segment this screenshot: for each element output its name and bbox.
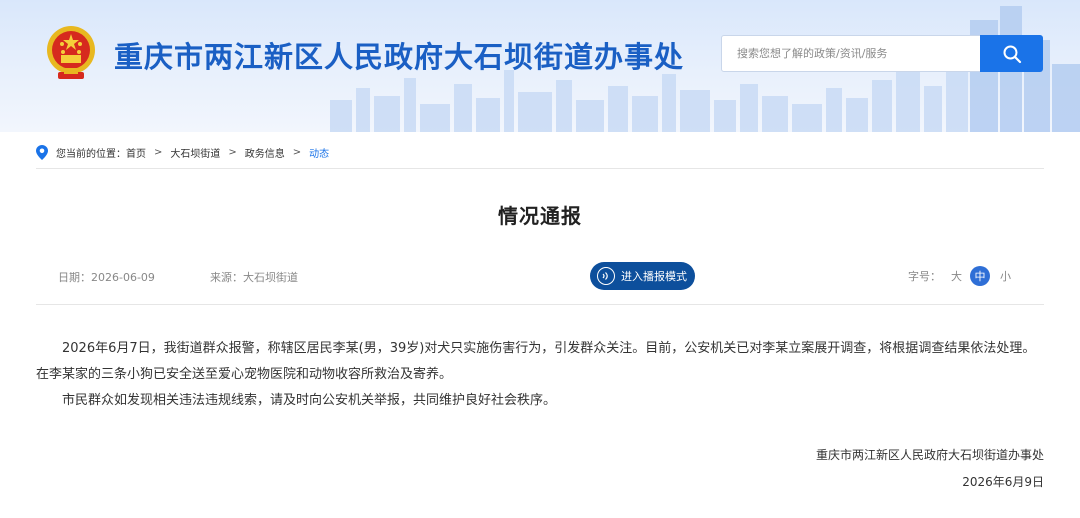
search-button[interactable]	[980, 35, 1043, 72]
search-input[interactable]	[722, 36, 982, 71]
breadcrumb-separator: >	[228, 146, 237, 158]
article-paragraph: 2026年6月7日，我街道群众报警，称辖区居民李某(男，39岁)对犬只实施伤害行…	[36, 341, 1036, 382]
font-size-small[interactable]: 小	[1000, 268, 1011, 284]
breadcrumb: 您当前的位置： 首页 > 大石坝街道 > 政务信息 > 动态	[36, 144, 329, 160]
national-emblem-icon	[44, 24, 98, 82]
breadcrumb-prefix: 您当前的位置：	[56, 148, 126, 160]
signature-org: 重庆市两江新区人民政府大石坝街道办事处	[815, 448, 1044, 462]
article-paragraph: 市民群众如发现相关违法违规线索，请及时向公安机关举报，共同维护良好社会秩序。	[62, 393, 557, 408]
breadcrumb-link-home[interactable]: 首页	[126, 145, 146, 160]
divider	[36, 304, 1044, 305]
breadcrumb-link-gov-info[interactable]: 政务信息	[245, 145, 285, 160]
signature-date: 2026年6月9日	[962, 475, 1044, 489]
article-title: 情况通报	[498, 204, 582, 228]
broadcast-mode-button[interactable]: 进入播报模式	[590, 262, 695, 290]
breadcrumb-link-dashiba[interactable]: 大石坝街道	[170, 145, 220, 160]
breadcrumb-separator: >	[292, 146, 302, 158]
search-icon	[1002, 44, 1022, 64]
font-size-selector: 字号： 大 中 小	[908, 266, 1011, 286]
divider	[36, 168, 1044, 169]
article-date: 日期：2026-06-09	[58, 271, 155, 284]
location-pin-icon	[36, 144, 48, 160]
audio-broadcast-icon	[597, 267, 615, 285]
site-title[interactable]: 重庆市两江新区人民政府大石坝街道办事处	[114, 34, 684, 76]
font-size-medium[interactable]: 中	[970, 266, 990, 286]
article-source: 来源：大石坝街道	[210, 271, 298, 284]
font-size-large[interactable]: 大	[951, 268, 962, 284]
breadcrumb-separator: >	[154, 146, 163, 158]
font-size-label: 字号：	[908, 270, 941, 283]
breadcrumb-link-news[interactable]: 动态	[309, 145, 329, 160]
article-signature: 重庆市两江新区人民政府大石坝街道办事处 2026年6月9日	[816, 442, 1044, 496]
site-header: 重庆市两江新区人民政府大石坝街道办事处	[0, 0, 1080, 132]
article-body: 2026年6月7日，我街道群众报警，称辖区居民李某(男，39岁)对犬只实施伤害行…	[36, 336, 1046, 414]
broadcast-mode-label: 进入播报模式	[621, 270, 687, 283]
search-bar	[721, 35, 1043, 72]
